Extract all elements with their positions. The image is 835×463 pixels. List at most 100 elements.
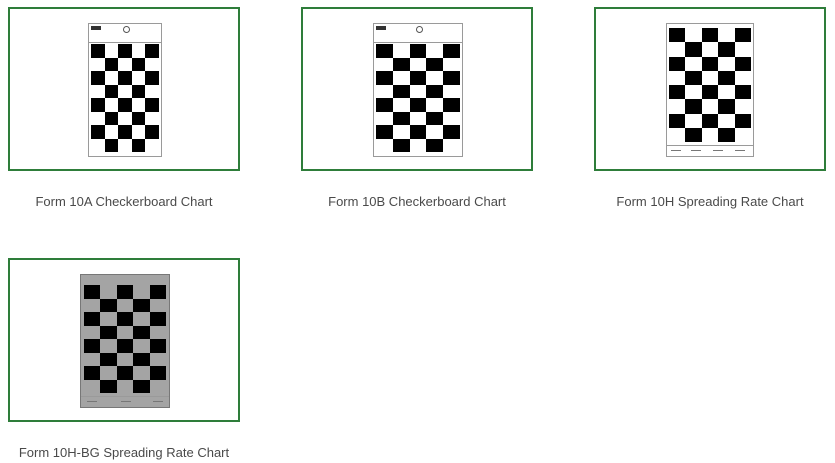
checker-square — [409, 98, 427, 112]
checker-square — [701, 28, 719, 43]
checker-square — [116, 325, 134, 339]
checker-square — [131, 98, 146, 112]
checker-square — [149, 298, 166, 312]
checker-square — [392, 111, 410, 125]
checker-square — [100, 379, 117, 393]
checker-square — [133, 298, 150, 312]
checker-square — [376, 111, 393, 125]
checker-square — [131, 57, 146, 71]
checker-square — [118, 57, 132, 71]
checker-square — [443, 111, 460, 125]
checker-square — [409, 125, 427, 139]
checker-square — [84, 298, 101, 312]
checker-square — [118, 125, 132, 139]
checker-square — [116, 285, 134, 299]
checker-square — [118, 84, 132, 98]
checker-square — [443, 138, 460, 152]
checker-square — [100, 352, 117, 366]
checker-square — [392, 57, 410, 71]
checker-square — [91, 111, 105, 125]
checker-square — [145, 84, 159, 98]
checker-square — [131, 71, 146, 85]
logo-icon — [91, 26, 101, 30]
checker-square — [104, 57, 119, 71]
chart-card-form-10a[interactable] — [8, 7, 240, 171]
checker-square — [669, 28, 686, 43]
checker-square — [701, 85, 719, 100]
checker-square — [149, 339, 166, 353]
checker-square — [392, 44, 410, 58]
checker-square — [133, 379, 150, 393]
checker-square — [701, 113, 719, 128]
checker-square — [426, 138, 444, 152]
checker-square — [131, 111, 146, 125]
checker-square — [685, 99, 702, 114]
checker-square — [718, 56, 735, 71]
checker-square — [734, 113, 751, 128]
checker-square — [443, 57, 460, 71]
checker-square — [84, 312, 101, 326]
chart-caption[interactable]: Form 10H Spreading Rate Chart — [594, 194, 826, 209]
checker-square — [685, 42, 702, 57]
checker-square — [91, 98, 105, 112]
checker-square — [409, 111, 427, 125]
checker-square — [718, 85, 735, 100]
checker-square — [104, 125, 119, 139]
checker-square — [669, 70, 686, 85]
thumbnail-footer — [667, 145, 753, 156]
checker-square — [104, 138, 119, 152]
checker-square — [443, 98, 460, 112]
checker-square — [685, 127, 702, 142]
checker-square — [701, 127, 719, 142]
checker-square — [409, 84, 427, 98]
checker-square — [376, 125, 393, 139]
checker-square — [734, 28, 751, 43]
checker-square — [685, 70, 702, 85]
footer-tick — [87, 401, 97, 402]
checker-square — [669, 42, 686, 57]
checker-square — [669, 56, 686, 71]
footer-tick — [713, 150, 723, 151]
logo-icon — [376, 26, 386, 30]
checker-square — [669, 99, 686, 114]
checker-square — [426, 125, 444, 139]
checker-square — [376, 44, 393, 58]
chart-caption[interactable]: Form 10B Checkerboard Chart — [301, 194, 533, 209]
checkerboard — [376, 44, 460, 152]
checker-square — [133, 312, 150, 326]
checker-square — [685, 113, 702, 128]
checker-square — [718, 99, 735, 114]
checkerboard — [84, 285, 166, 393]
checker-square — [701, 42, 719, 57]
chart-card-form-10h[interactable] — [594, 7, 826, 171]
checker-square — [133, 339, 150, 353]
checker-square — [701, 99, 719, 114]
checker-square — [84, 285, 101, 299]
checker-square — [149, 285, 166, 299]
checker-square — [133, 285, 150, 299]
checker-square — [145, 98, 159, 112]
checker-square — [392, 138, 410, 152]
checker-square — [133, 366, 150, 380]
checker-square — [718, 113, 735, 128]
checker-square — [426, 84, 444, 98]
checker-square — [104, 44, 119, 58]
checker-square — [376, 57, 393, 71]
checker-square — [443, 44, 460, 58]
checker-square — [145, 138, 159, 152]
chart-card-form-10b[interactable] — [301, 7, 533, 171]
checker-square — [376, 138, 393, 152]
chart-caption[interactable]: Form 10A Checkerboard Chart — [8, 194, 240, 209]
checker-square — [443, 71, 460, 85]
checker-square — [118, 138, 132, 152]
checker-square — [149, 312, 166, 326]
chart-card-form-10h-bg[interactable] — [8, 258, 240, 422]
checker-square — [131, 138, 146, 152]
footer-tick — [735, 150, 745, 151]
checker-square — [669, 127, 686, 142]
checker-square — [118, 98, 132, 112]
checker-square — [91, 44, 105, 58]
checker-square — [91, 71, 105, 85]
chart-caption[interactable]: Form 10H-BG Spreading Rate Chart — [8, 445, 240, 460]
chart-thumbnail — [80, 274, 170, 408]
